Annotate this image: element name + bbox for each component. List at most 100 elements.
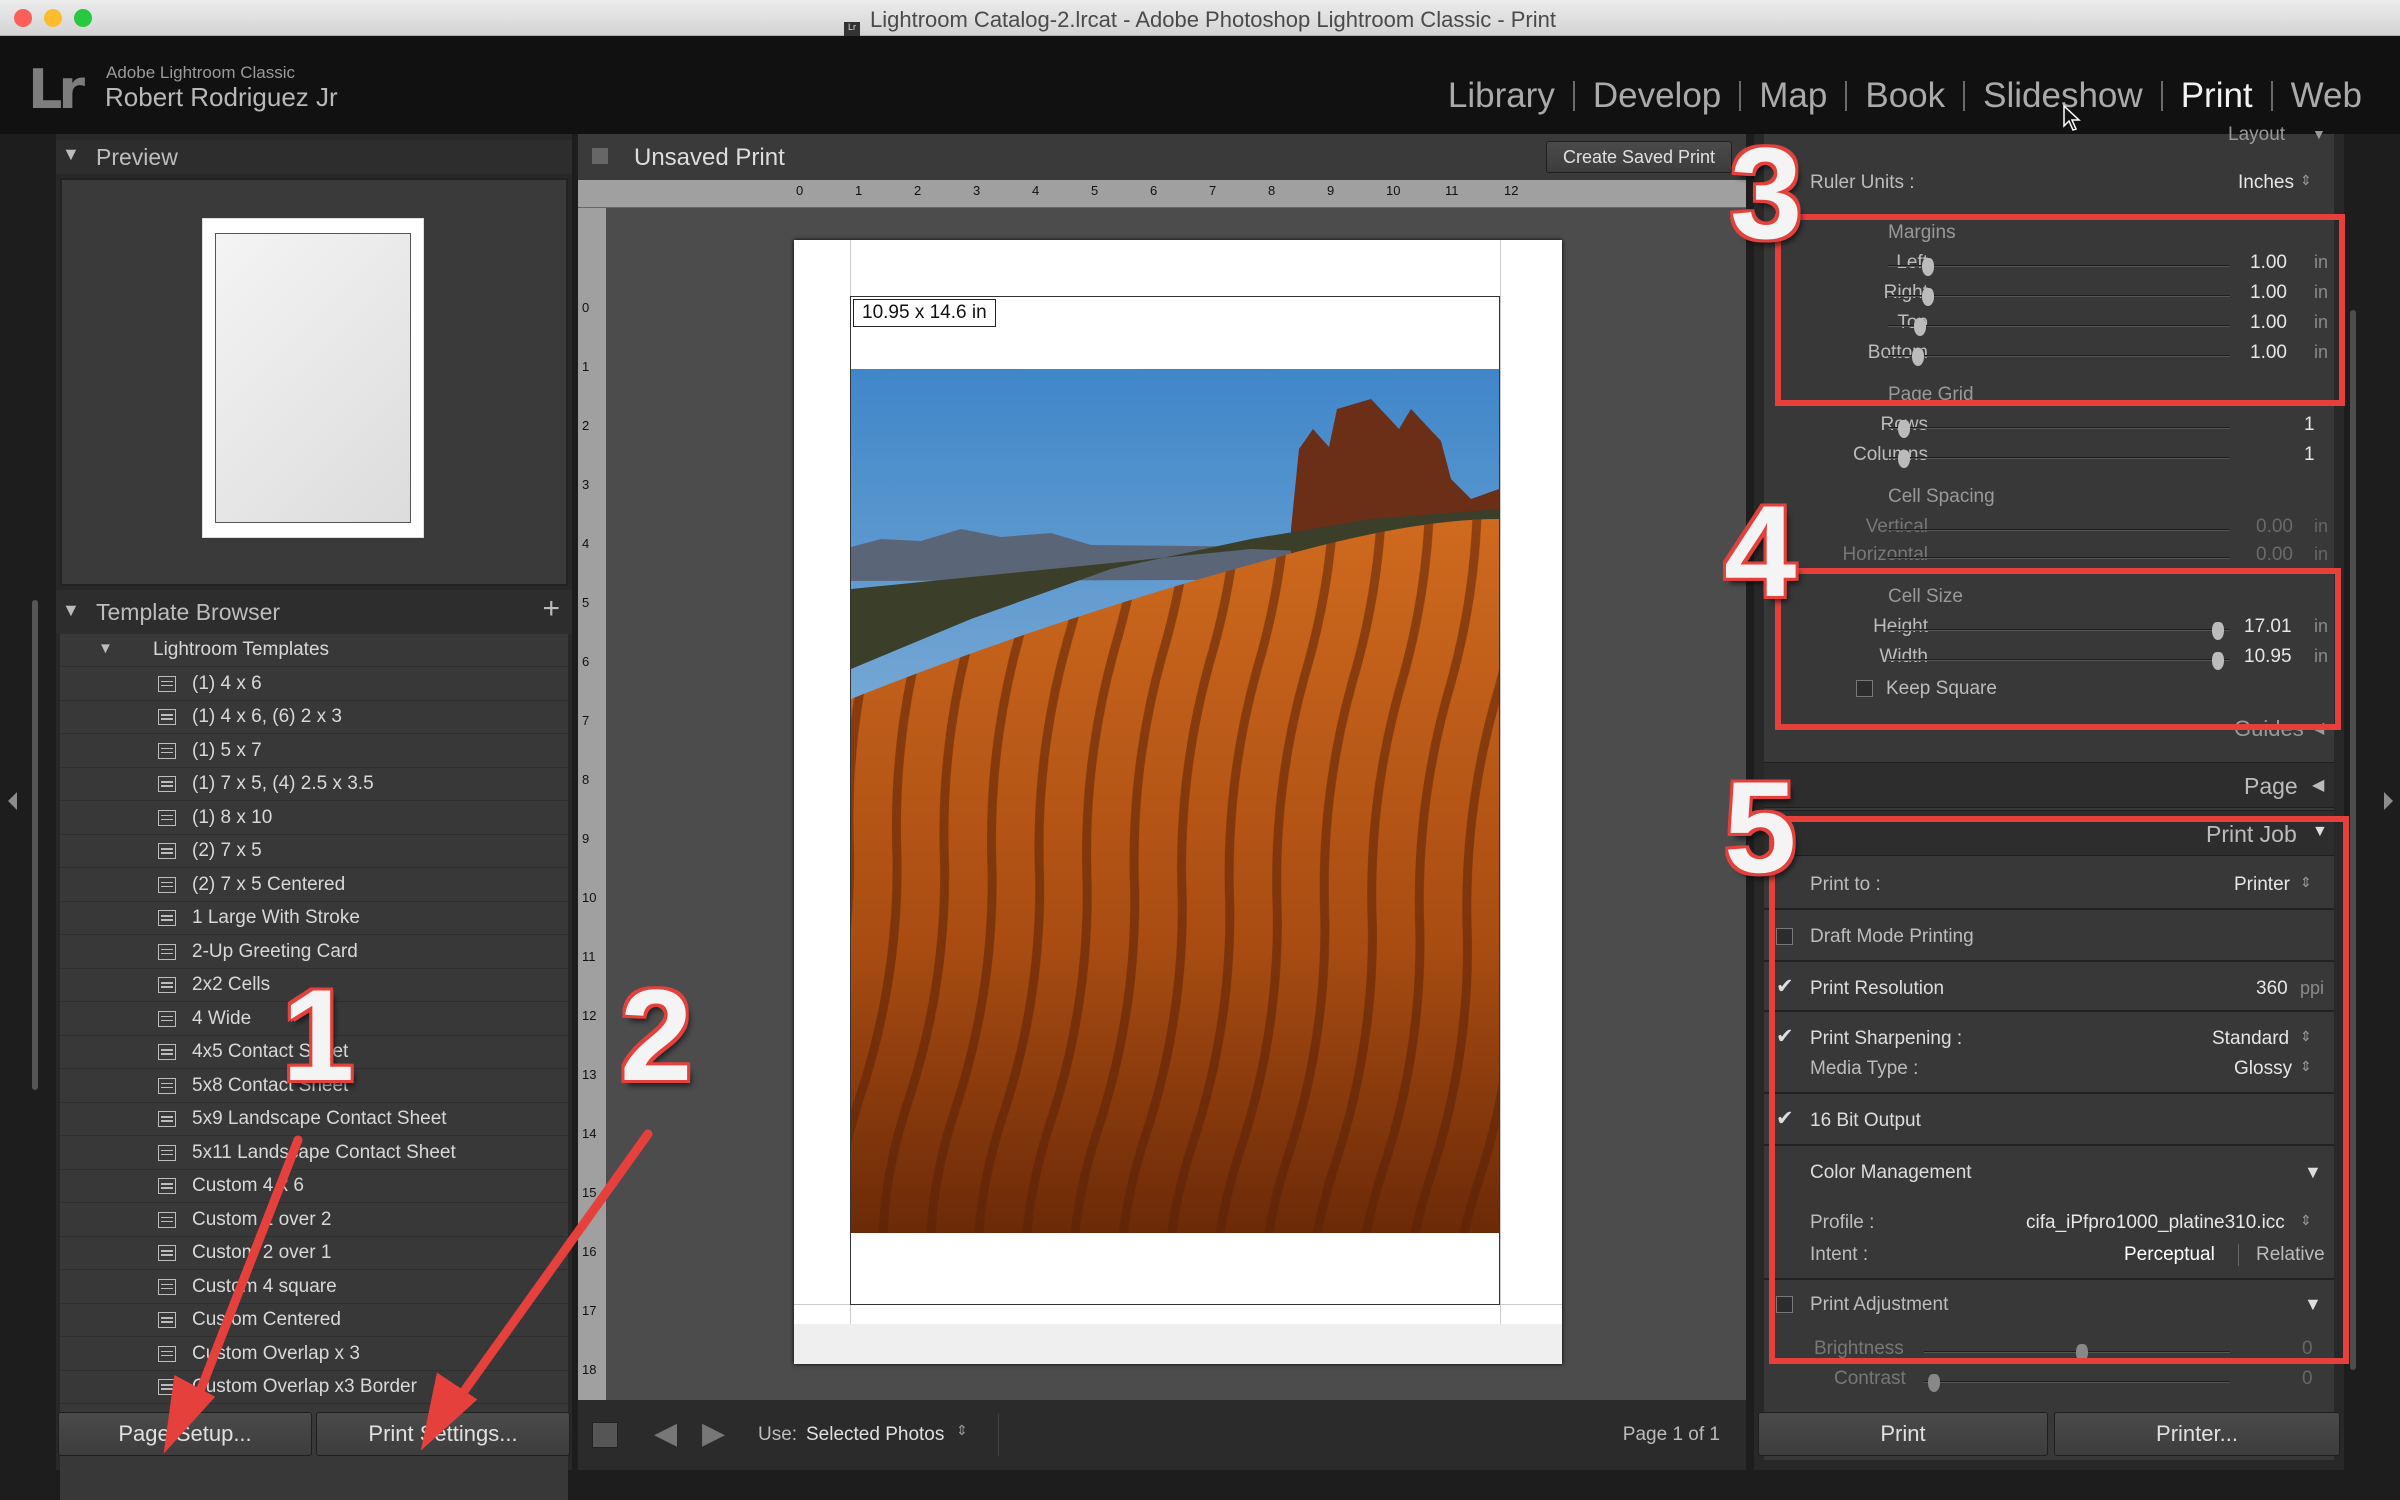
template-label: 2x2 Cells bbox=[192, 974, 271, 995]
contrast-label: Contrast bbox=[1834, 1368, 1906, 1389]
add-template-icon[interactable]: + bbox=[542, 592, 560, 626]
ruler-tick-label: 14 bbox=[582, 1126, 597, 1141]
template-item[interactable]: (1) 4 x 6, (6) 2 x 3 bbox=[60, 701, 568, 734]
ruler-tick-label: 5 bbox=[582, 595, 590, 610]
previous-page-icon[interactable]: ◀ bbox=[654, 1416, 677, 1451]
template-item[interactable]: 1 Large With Stroke bbox=[60, 902, 568, 935]
layout-title[interactable]: Layout bbox=[2228, 124, 2285, 146]
ruler-tick-label: 16 bbox=[582, 1244, 597, 1259]
module-web[interactable]: Web bbox=[2273, 76, 2380, 116]
left-panel: ▼ Preview ▼ Template Browser + ▼ Lightro… bbox=[56, 134, 572, 1500]
template-item[interactable]: Custom 4 square bbox=[60, 1271, 568, 1304]
annotation-number-2: 2 bbox=[620, 962, 693, 1108]
contrast-value[interactable]: 0 bbox=[2302, 1368, 2313, 1390]
contrast-knob[interactable] bbox=[1928, 1374, 1940, 1392]
stop-icon[interactable] bbox=[592, 1422, 618, 1448]
template-icon bbox=[158, 675, 176, 692]
template-item[interactable]: Custom 4 x 6 bbox=[60, 1170, 568, 1203]
template-label: Custom Overlap x 3 bbox=[192, 1342, 360, 1364]
module-library[interactable]: Library bbox=[1430, 76, 1573, 116]
annotation-number-1: 1 bbox=[282, 962, 355, 1108]
module-develop[interactable]: Develop bbox=[1575, 76, 1739, 116]
template-label: Custom 4 square bbox=[192, 1275, 337, 1297]
template-icon bbox=[158, 1379, 176, 1395]
ruler-tick-label: 15 bbox=[582, 1185, 597, 1200]
columns-slider[interactable] bbox=[1888, 457, 2230, 459]
page-setup-button[interactable]: Page Setup... bbox=[58, 1412, 312, 1456]
printer-button[interactable]: Printer... bbox=[2054, 1412, 2340, 1456]
user-name: Robert Rodriguez Jr bbox=[105, 82, 338, 112]
print-button[interactable]: Print bbox=[1758, 1412, 2048, 1456]
ruler-tick-label: 12 bbox=[582, 1008, 597, 1023]
template-item[interactable]: 5x11 Landscape Contact Sheet bbox=[60, 1137, 568, 1170]
template-item[interactable]: Custom 1 over 2 bbox=[60, 1204, 568, 1237]
collapse-right-panel-icon[interactable] bbox=[2384, 792, 2393, 810]
photo-cell[interactable]: 10.95 x 14.6 in bbox=[850, 296, 1500, 1305]
template-item[interactable]: Custom Centered bbox=[60, 1304, 568, 1337]
template-item[interactable]: (1) 4 x 6 bbox=[60, 668, 568, 701]
template-icon bbox=[158, 1077, 176, 1094]
page-section-title: Page bbox=[2244, 773, 2298, 799]
ruler-tick-label: 4 bbox=[582, 536, 590, 551]
ruler-tick-label: 5 bbox=[1091, 183, 1099, 198]
mouse-cursor-icon bbox=[2063, 104, 2081, 131]
contrast-slider[interactable] bbox=[1924, 1381, 2230, 1383]
triangle-left-icon: ◀ bbox=[2312, 777, 2325, 794]
triangle-down-icon: ▼ bbox=[98, 640, 113, 657]
up-down-icon: ⇕ bbox=[2300, 172, 2312, 188]
print-settings-button[interactable]: Print Settings... bbox=[316, 1412, 570, 1456]
page-section-header[interactable]: Page ◀ bbox=[1764, 762, 2334, 808]
triangle-down-icon: ▼ bbox=[62, 144, 80, 164]
template-label: (2) 7 x 5 bbox=[192, 840, 262, 861]
template-browser-header[interactable]: ▼ Template Browser + bbox=[56, 590, 572, 634]
print-work-area: Unsaved Print Create Saved Print 0123456… bbox=[578, 134, 1746, 1470]
template-icon bbox=[158, 1278, 176, 1295]
columns-knob[interactable] bbox=[1898, 450, 1910, 468]
module-print[interactable]: Print bbox=[2163, 76, 2271, 116]
window-title-text: Lightroom Catalog-2.lrcat - Adobe Photos… bbox=[869, 7, 1556, 32]
rows-knob[interactable] bbox=[1898, 420, 1910, 438]
rows-value[interactable]: 1 bbox=[2304, 414, 2315, 436]
ruler-tick-label: 13 bbox=[582, 1067, 597, 1082]
template-icon bbox=[158, 1312, 176, 1328]
rows-slider[interactable] bbox=[1888, 427, 2230, 429]
template-item[interactable]: (1) 5 x 7 bbox=[60, 735, 568, 768]
right-scrollbar[interactable] bbox=[2350, 310, 2356, 1370]
template-item[interactable]: Custom 2 over 1 bbox=[60, 1237, 568, 1270]
ruler-tick-label: 10 bbox=[1386, 183, 1401, 198]
horizontal-spacing-slider[interactable] bbox=[1888, 557, 2230, 559]
vertical-spacing-slider[interactable] bbox=[1888, 529, 2230, 531]
template-folder[interactable]: ▼ Lightroom Templates bbox=[60, 634, 568, 667]
ruler-tick-label: 1 bbox=[582, 359, 590, 374]
vertical-spacing-value[interactable]: 0.00 bbox=[2256, 516, 2293, 538]
left-scrollbar[interactable] bbox=[32, 600, 38, 1090]
toolbar: ◀ ▶ Use: Selected Photos ⇕ Page 1 of 1 bbox=[578, 1400, 1746, 1470]
template-icon bbox=[158, 1111, 176, 1127]
horizontal-spacing-value[interactable]: 0.00 bbox=[2256, 544, 2293, 566]
annotation-box-print-job bbox=[1769, 816, 2349, 1364]
columns-value[interactable]: 1 bbox=[2304, 444, 2315, 466]
next-page-icon[interactable]: ▶ bbox=[702, 1416, 725, 1451]
template-item[interactable]: Custom Overlap x 3 bbox=[60, 1338, 568, 1371]
template-label: 5x11 Landscape Contact Sheet bbox=[192, 1141, 456, 1163]
template-item[interactable]: (1) 7 x 5, (4) 2.5 x 3.5 bbox=[60, 768, 568, 801]
template-item[interactable]: (2) 7 x 5 Centered bbox=[60, 869, 568, 902]
create-saved-print-button[interactable]: Create Saved Print bbox=[1546, 141, 1732, 173]
ruler-units-selector[interactable]: Inches bbox=[2238, 172, 2294, 194]
template-item[interactable]: (2) 7 x 5 bbox=[60, 835, 568, 868]
preview-panel-header[interactable]: ▼ Preview bbox=[56, 140, 572, 174]
template-item[interactable]: (1) 8 x 10 bbox=[60, 802, 568, 835]
template-icon bbox=[158, 1245, 176, 1261]
use-label: Use: bbox=[758, 1424, 798, 1445]
module-book[interactable]: Book bbox=[1847, 76, 1963, 116]
collapse-left-panel-icon[interactable] bbox=[8, 792, 17, 810]
use-selector[interactable]: Selected Photos bbox=[806, 1424, 944, 1446]
template-item[interactable]: Custom Overlap x3 Border bbox=[60, 1371, 568, 1404]
annotation-number-4: 4 bbox=[1724, 478, 1797, 624]
ruler-tick-label: 7 bbox=[1209, 183, 1217, 198]
vertical-spacing-label: Vertical bbox=[1865, 516, 1928, 537]
horizontal-spacing-label: Horizontal bbox=[1842, 544, 1928, 565]
app-name: Adobe Lightroom Classic bbox=[106, 63, 295, 82]
template-icon bbox=[158, 742, 176, 759]
module-map[interactable]: Map bbox=[1741, 76, 1845, 116]
